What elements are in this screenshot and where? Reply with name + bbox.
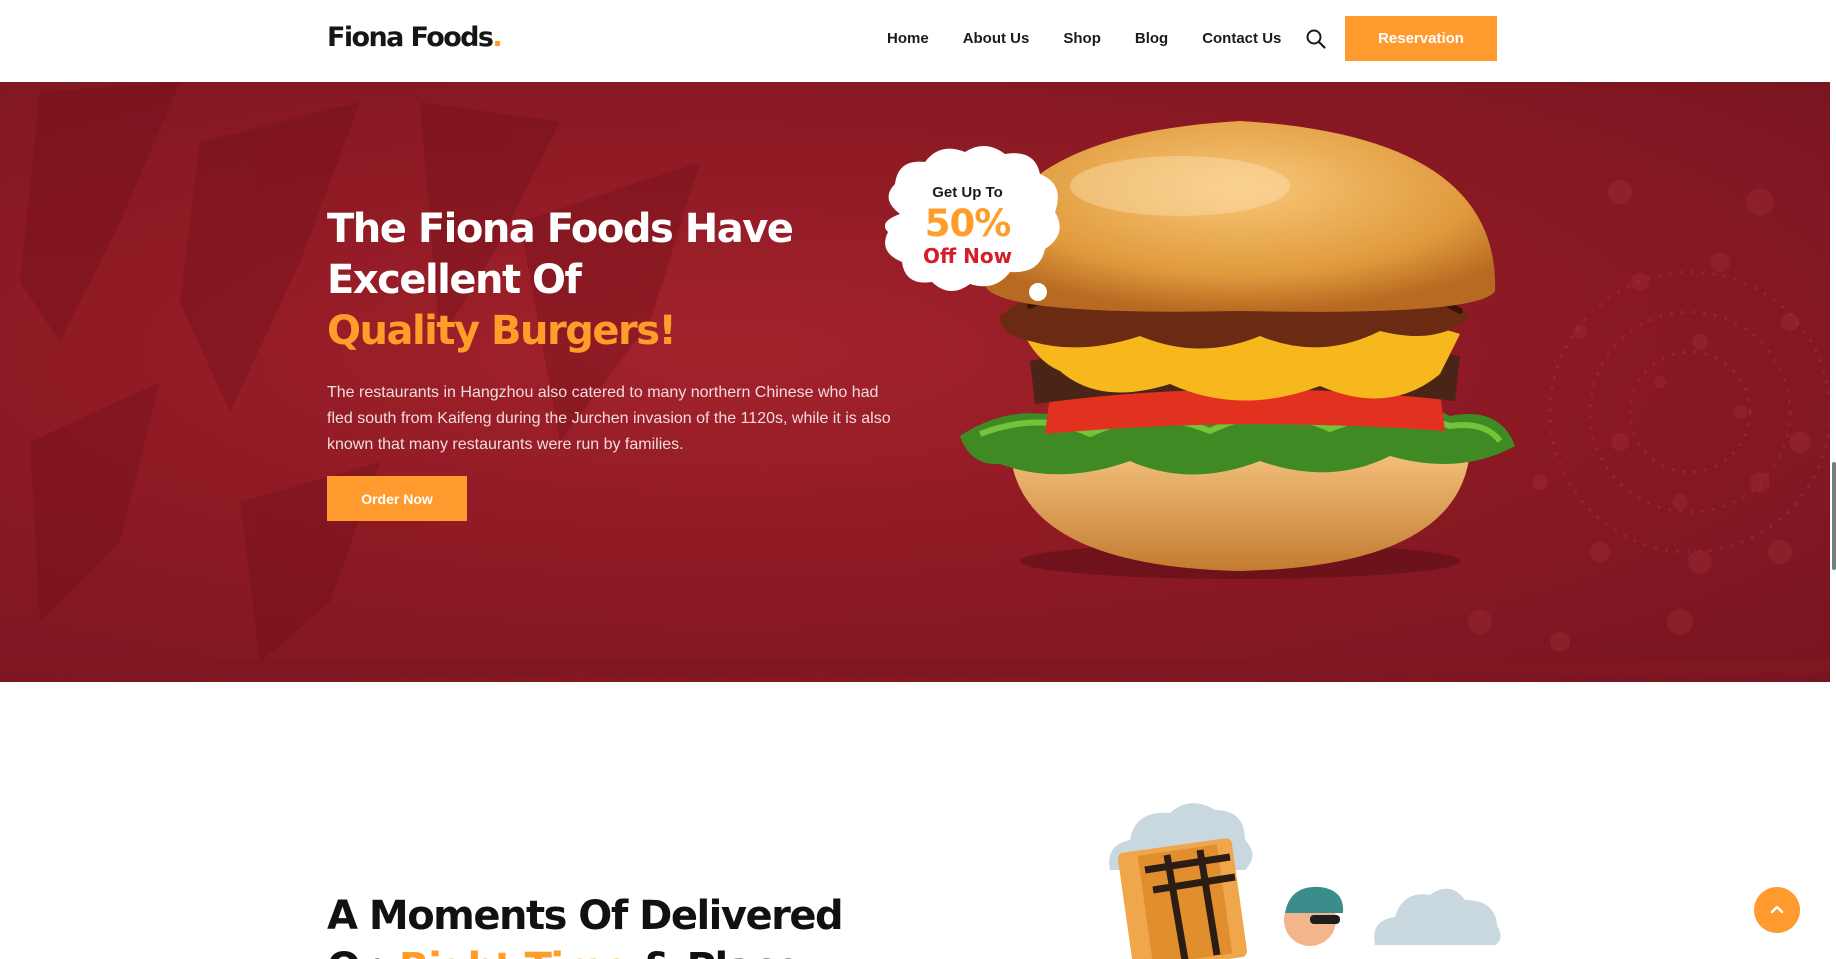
logo-text: Fiona Foods — [327, 22, 494, 53]
search-icon[interactable] — [1305, 28, 1327, 50]
delivery-title-line2-end: & Place — [628, 945, 802, 959]
site-header: Fiona Foods. Home About Us Shop Blog Con… — [0, 0, 1836, 82]
hero-title: The Fiona Foods Have Excellent Of Qualit… — [327, 204, 794, 357]
nav-shop[interactable]: Shop — [1063, 30, 1101, 47]
badge-off-now: Off Now — [922, 244, 1013, 268]
torn-edge-divider — [0, 660, 1830, 679]
scroll-to-top-button[interactable] — [1754, 887, 1800, 933]
logo-dot: . — [492, 22, 502, 53]
delivery-title-accent: Right Time — [399, 945, 630, 959]
nav-about-us[interactable]: About Us — [963, 30, 1030, 47]
page-scrollbar[interactable] — [1832, 462, 1836, 570]
delivery-illustration — [1109, 803, 1501, 959]
hero-description: The restaurants in Hangzhou also catered… — [327, 384, 891, 453]
hero-title-line1: The Fiona Foods Have — [327, 206, 794, 252]
delivery-title-line2-start: On — [327, 945, 399, 959]
badge-percent: 50% — [924, 202, 1012, 245]
delivery-title: A Moments Of Delivered On Right Time & P… — [327, 890, 844, 959]
hero-title-accent: Quality Burgers! — [327, 308, 677, 354]
discount-badge: Get Up To 50% Off Now — [870, 144, 1070, 304]
reservation-button[interactable]: Reservation — [1345, 16, 1497, 61]
nav-contact-us[interactable]: Contact Us — [1202, 30, 1281, 47]
main-nav: Home About Us Shop Blog Contact Us — [887, 30, 1315, 47]
nav-blog[interactable]: Blog — [1135, 30, 1168, 47]
delivery-title-line1: A Moments Of Delivered — [327, 893, 844, 939]
nav-home[interactable]: Home — [887, 30, 929, 47]
badge-get-up-to: Get Up To — [932, 184, 1003, 201]
hero-section: The Fiona Foods Have Excellent Of Qualit… — [0, 82, 1830, 682]
hero-title-line2: Excellent Of — [327, 257, 582, 303]
logo[interactable]: Fiona Foods. — [327, 22, 503, 53]
order-now-button[interactable]: Order Now — [327, 476, 467, 521]
chevron-up-icon — [1770, 905, 1784, 914]
